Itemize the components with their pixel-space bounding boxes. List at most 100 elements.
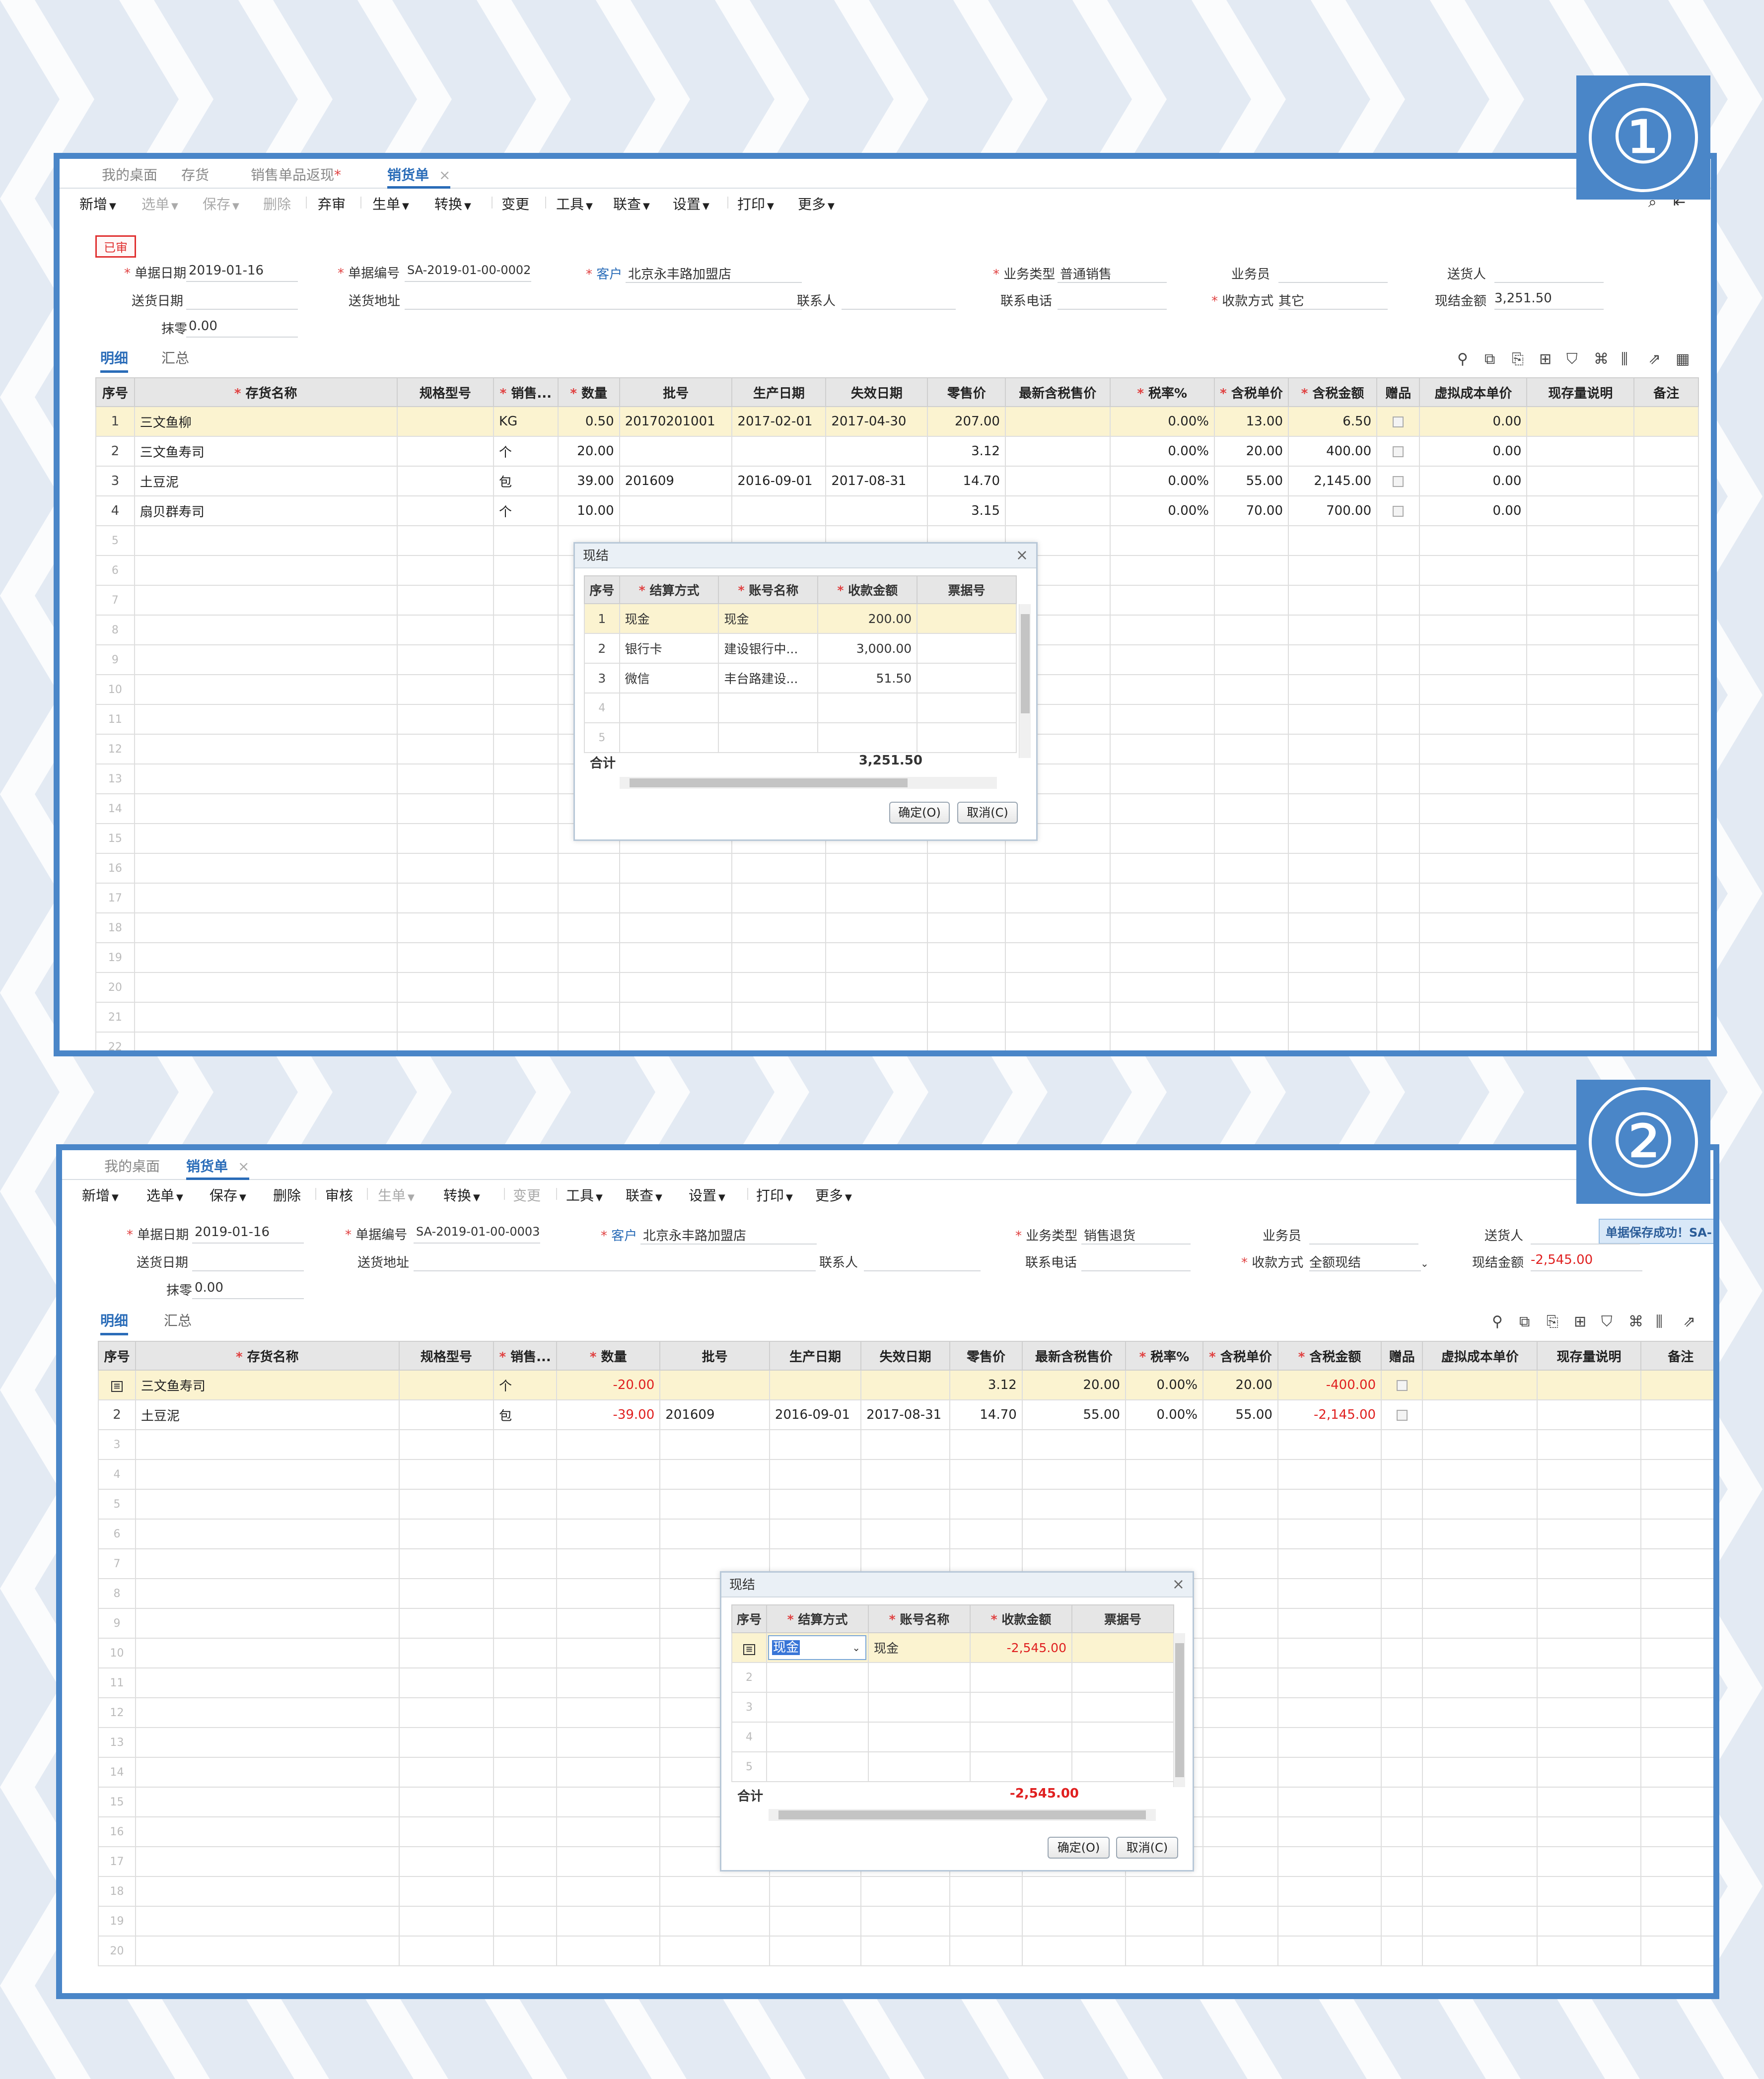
col-header[interactable]: * 含税金额 <box>1277 1341 1382 1371</box>
table-row[interactable]: 1 现金 现金 200.00 <box>584 603 1017 634</box>
empty-cell[interactable] <box>949 1876 1023 1907</box>
empty-cell[interactable] <box>1419 555 1528 586</box>
empty-cell[interactable] <box>1109 674 1215 705</box>
empty-cell[interactable] <box>1214 644 1289 675</box>
empty-cell[interactable] <box>1526 525 1635 556</box>
empty-cell[interactable] <box>1277 1787 1382 1817</box>
empty-cell[interactable] <box>1422 1548 1538 1579</box>
empty-cell[interactable] <box>1277 1519 1382 1549</box>
empty-cell[interactable] <box>1640 1638 1713 1668</box>
empty-cell[interactable] <box>1422 1667 1538 1698</box>
empty-cell[interactable] <box>134 972 398 1003</box>
empty-cell[interactable] <box>1277 1489 1382 1520</box>
item-spec[interactable] <box>396 466 494 496</box>
empty-cell[interactable] <box>1214 1032 1289 1050</box>
account-name[interactable]: 丰台路建设... <box>718 663 819 693</box>
empty-cell[interactable] <box>927 942 1006 973</box>
empty-cell[interactable] <box>493 1459 558 1490</box>
empty-cell[interactable] <box>493 1608 558 1639</box>
toolbar-linked-query[interactable]: 联查 ▼ <box>613 194 650 213</box>
empty-cell[interactable] <box>1287 912 1378 943</box>
col-header[interactable]: * 销售... <box>493 377 559 407</box>
empty-cell[interactable] <box>556 1608 661 1639</box>
empty-cell[interactable] <box>1633 853 1699 884</box>
empty-cell[interactable] <box>1376 1032 1420 1050</box>
empty-cell[interactable] <box>135 1936 400 1966</box>
empty-cell[interactable] <box>556 1876 661 1907</box>
empty-cell[interactable] <box>1633 674 1699 705</box>
item-unit-price[interactable]: 20.00 <box>1202 1370 1278 1400</box>
checkbox-icon[interactable] <box>1393 446 1404 457</box>
empty-cell[interactable] <box>731 972 827 1003</box>
empty-cell[interactable] <box>1125 1519 1204 1549</box>
round-off-value[interactable]: 0.00 <box>195 1280 223 1295</box>
location-icon[interactable]: ⚲ <box>1492 1313 1503 1330</box>
empty-cell[interactable] <box>556 1846 661 1877</box>
col-header[interactable]: 备注 <box>1633 377 1699 407</box>
close-icon[interactable]: × <box>1172 1576 1185 1593</box>
empty-cell[interactable] <box>396 853 494 884</box>
receive-amount[interactable]: 200.00 <box>817 603 918 634</box>
empty-cell[interactable] <box>1376 734 1420 764</box>
empty-cell[interactable] <box>1021 1876 1126 1907</box>
empty-cell[interactable] <box>1419 525 1528 556</box>
empty-row[interactable]: 19 <box>98 1906 1713 1937</box>
col-header[interactable]: 赠品 <box>1381 1341 1423 1371</box>
empty-cell[interactable] <box>731 942 827 973</box>
empty-cell[interactable] <box>493 823 559 854</box>
item-qty[interactable]: 10.00 <box>557 495 620 526</box>
empty-cell[interactable] <box>718 693 819 723</box>
empty-cell[interactable] <box>493 555 559 586</box>
empty-cell[interactable] <box>1640 1816 1713 1847</box>
empty-cell[interactable] <box>1287 615 1378 645</box>
biz-type-value[interactable]: 普通销售 <box>1060 264 1112 282</box>
customer-value[interactable]: 北京永丰路加盟店 <box>628 264 731 282</box>
bill-no[interactable] <box>1071 1632 1174 1663</box>
empty-cell[interactable] <box>493 883 559 913</box>
empty-cell[interactable] <box>1202 1548 1278 1579</box>
empty-cell[interactable] <box>1287 942 1378 973</box>
item-amount[interactable]: 400.00 <box>1287 436 1378 467</box>
empty-cell[interactable] <box>949 1459 1023 1490</box>
bill-no[interactable] <box>917 663 1017 693</box>
empty-cell[interactable] <box>1381 1578 1423 1609</box>
empty-cell[interactable] <box>659 1876 770 1907</box>
empty-cell[interactable] <box>1287 793 1378 824</box>
empty-cell[interactable] <box>1537 1608 1641 1639</box>
empty-cell[interactable] <box>1422 1697 1538 1728</box>
empty-cell[interactable] <box>398 1846 494 1877</box>
empty-cell[interactable] <box>1125 1489 1204 1520</box>
item-mfg-date[interactable] <box>731 436 827 467</box>
item-name[interactable]: 三文鱼寿司 <box>134 436 398 467</box>
toolbar-select[interactable]: 选单 ▼ <box>141 194 178 213</box>
empty-cell[interactable] <box>396 615 494 645</box>
empty-cell[interactable] <box>398 1519 494 1549</box>
empty-cell[interactable] <box>493 1876 558 1907</box>
empty-cell[interactable] <box>1526 555 1635 586</box>
empty-cell[interactable] <box>493 763 559 794</box>
empty-cell[interactable] <box>1526 912 1635 943</box>
close-icon[interactable]: × <box>1016 547 1028 564</box>
empty-cell[interactable] <box>134 704 398 735</box>
empty-cell[interactable] <box>1021 1459 1126 1490</box>
tab-sales-delivery[interactable]: 销货单 × <box>387 164 451 189</box>
empty-cell[interactable] <box>398 1667 494 1698</box>
empty-cell[interactable] <box>1640 1489 1713 1520</box>
empty-cell[interactable] <box>817 693 918 723</box>
empty-cell[interactable] <box>398 1489 494 1520</box>
item-latest-price[interactable] <box>1004 495 1111 526</box>
item-latest-price[interactable] <box>1004 436 1111 467</box>
empty-cell[interactable] <box>1202 1787 1278 1817</box>
col-header[interactable]: 票据号 <box>917 575 1017 604</box>
settle-method-dropdown[interactable]: 现金 ⌄ <box>768 1635 866 1660</box>
item-retail-price[interactable]: 14.70 <box>949 1399 1023 1430</box>
item-remark[interactable] <box>1640 1370 1713 1400</box>
item-name[interactable]: 三文鱼寿司 <box>135 1370 400 1400</box>
empty-cell[interactable] <box>1537 1787 1641 1817</box>
col-header[interactable]: 现存量说明 <box>1537 1341 1641 1371</box>
empty-cell[interactable] <box>1633 525 1699 556</box>
settle-method-select[interactable]: 现金 ⌄ <box>766 1632 869 1663</box>
empty-cell[interactable] <box>1419 763 1528 794</box>
empty-cell[interactable] <box>396 823 494 854</box>
empty-cell[interactable] <box>1071 1662 1174 1693</box>
